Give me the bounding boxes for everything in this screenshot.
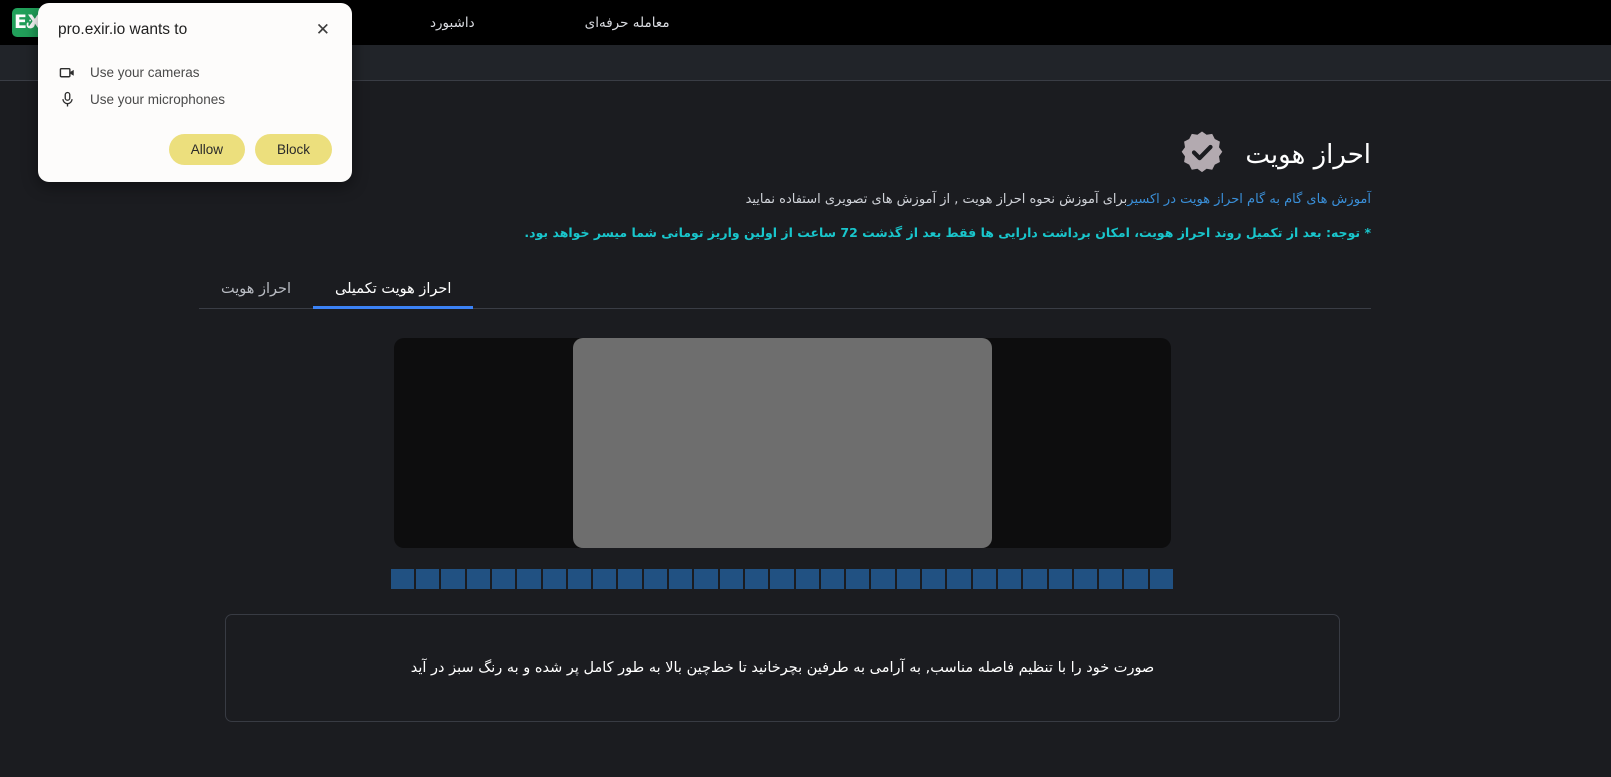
progress-segment	[922, 569, 946, 589]
close-icon[interactable]: ✕	[314, 21, 332, 38]
allow-button[interactable]: Allow	[168, 134, 245, 165]
progress-segment	[643, 569, 668, 589]
permission-dialog-actions: Allow Block	[168, 134, 332, 165]
liveness-progress-bar	[390, 569, 1173, 589]
progress-segment	[719, 569, 743, 589]
permission-dialog-title: pro.exir.io wants to	[58, 21, 188, 38]
progress-segment	[744, 569, 769, 589]
page-header: احراز هویت	[1177, 130, 1371, 180]
verified-badge-icon	[1177, 130, 1227, 180]
progress-segment	[997, 569, 1022, 589]
tab-basic-identity[interactable]: احراز هویت	[199, 275, 313, 308]
progress-segment	[1149, 569, 1173, 589]
description-text: برای آموزش نحوه احراز هویت , از آموزش ها…	[745, 192, 1128, 207]
permission-label-camera: Use your cameras	[90, 65, 200, 80]
progress-segment	[517, 569, 541, 589]
page-title: احراز هویت	[1245, 140, 1371, 170]
main-content: احراز هویت آموزش های گام به گام احراز هو…	[0, 82, 1611, 777]
microphone-icon	[58, 91, 76, 109]
withdrawal-delay-note: * توجه: بعد از تکمیل روند احراز هویت، ام…	[524, 225, 1371, 240]
progress-segment	[567, 569, 592, 589]
progress-segment	[669, 569, 693, 589]
permission-items: Use your cameras Use your microphones	[58, 59, 332, 113]
progress-segment	[795, 569, 819, 589]
progress-segment	[416, 569, 440, 589]
camera-preview-container	[394, 338, 1171, 548]
progress-segment	[694, 569, 718, 589]
progress-segment	[542, 569, 566, 589]
progress-segment	[618, 569, 642, 589]
progress-segment	[466, 569, 490, 589]
permission-item-microphone: Use your microphones	[58, 86, 332, 113]
progress-segment	[441, 569, 465, 589]
tab-advanced-identity[interactable]: احراز هویت تکمیلی	[313, 275, 474, 309]
progress-segment	[896, 569, 921, 589]
progress-segment	[770, 569, 794, 589]
progress-segment	[972, 569, 996, 589]
progress-segment	[846, 569, 870, 589]
progress-segment	[1124, 569, 1148, 589]
camera-icon	[58, 64, 76, 82]
description-link[interactable]: آموزش های گام به گام احراز هویت در اکسیر	[1127, 192, 1371, 207]
nav-link-dashboard[interactable]: داشبورد	[430, 15, 475, 31]
progress-segment	[1048, 569, 1072, 589]
browser-permission-dialog: pro.exir.io wants to ✕ Use your cameras	[38, 3, 352, 182]
progress-segment	[820, 569, 845, 589]
topnav-links: داشبورد معامله حرفه‌ای	[430, 0, 670, 45]
permission-item-camera: Use your cameras	[58, 59, 332, 86]
permission-label-microphone: Use your microphones	[90, 92, 226, 107]
progress-segment	[1023, 569, 1047, 589]
instruction-text: صورت خود را با تنظیم فاصله مناسب, به آرا…	[410, 660, 1155, 676]
permission-dialog-header: pro.exir.io wants to ✕	[58, 21, 332, 39]
progress-segment	[1099, 569, 1123, 589]
kyc-tabs: احراز هویت احراز هویت تکمیلی	[199, 272, 1371, 309]
progress-segment	[947, 569, 971, 589]
nav-link-pro-trade[interactable]: معامله حرفه‌ای	[585, 15, 670, 31]
progress-segment	[1073, 569, 1098, 589]
progress-segment	[871, 569, 895, 589]
block-button[interactable]: Block	[254, 134, 332, 165]
progress-segment	[491, 569, 516, 589]
page-description: آموزش های گام به گام احراز هویت در اکسیر…	[0, 192, 1371, 207]
progress-segment	[593, 569, 617, 589]
progress-segment	[390, 569, 415, 589]
camera-video-feed	[573, 338, 992, 548]
app-root: واریز و برداشت تومان فارسی ☾ EXIR داشبور…	[0, 0, 1611, 777]
instruction-box: صورت خود را با تنظیم فاصله مناسب, به آرا…	[225, 614, 1340, 722]
